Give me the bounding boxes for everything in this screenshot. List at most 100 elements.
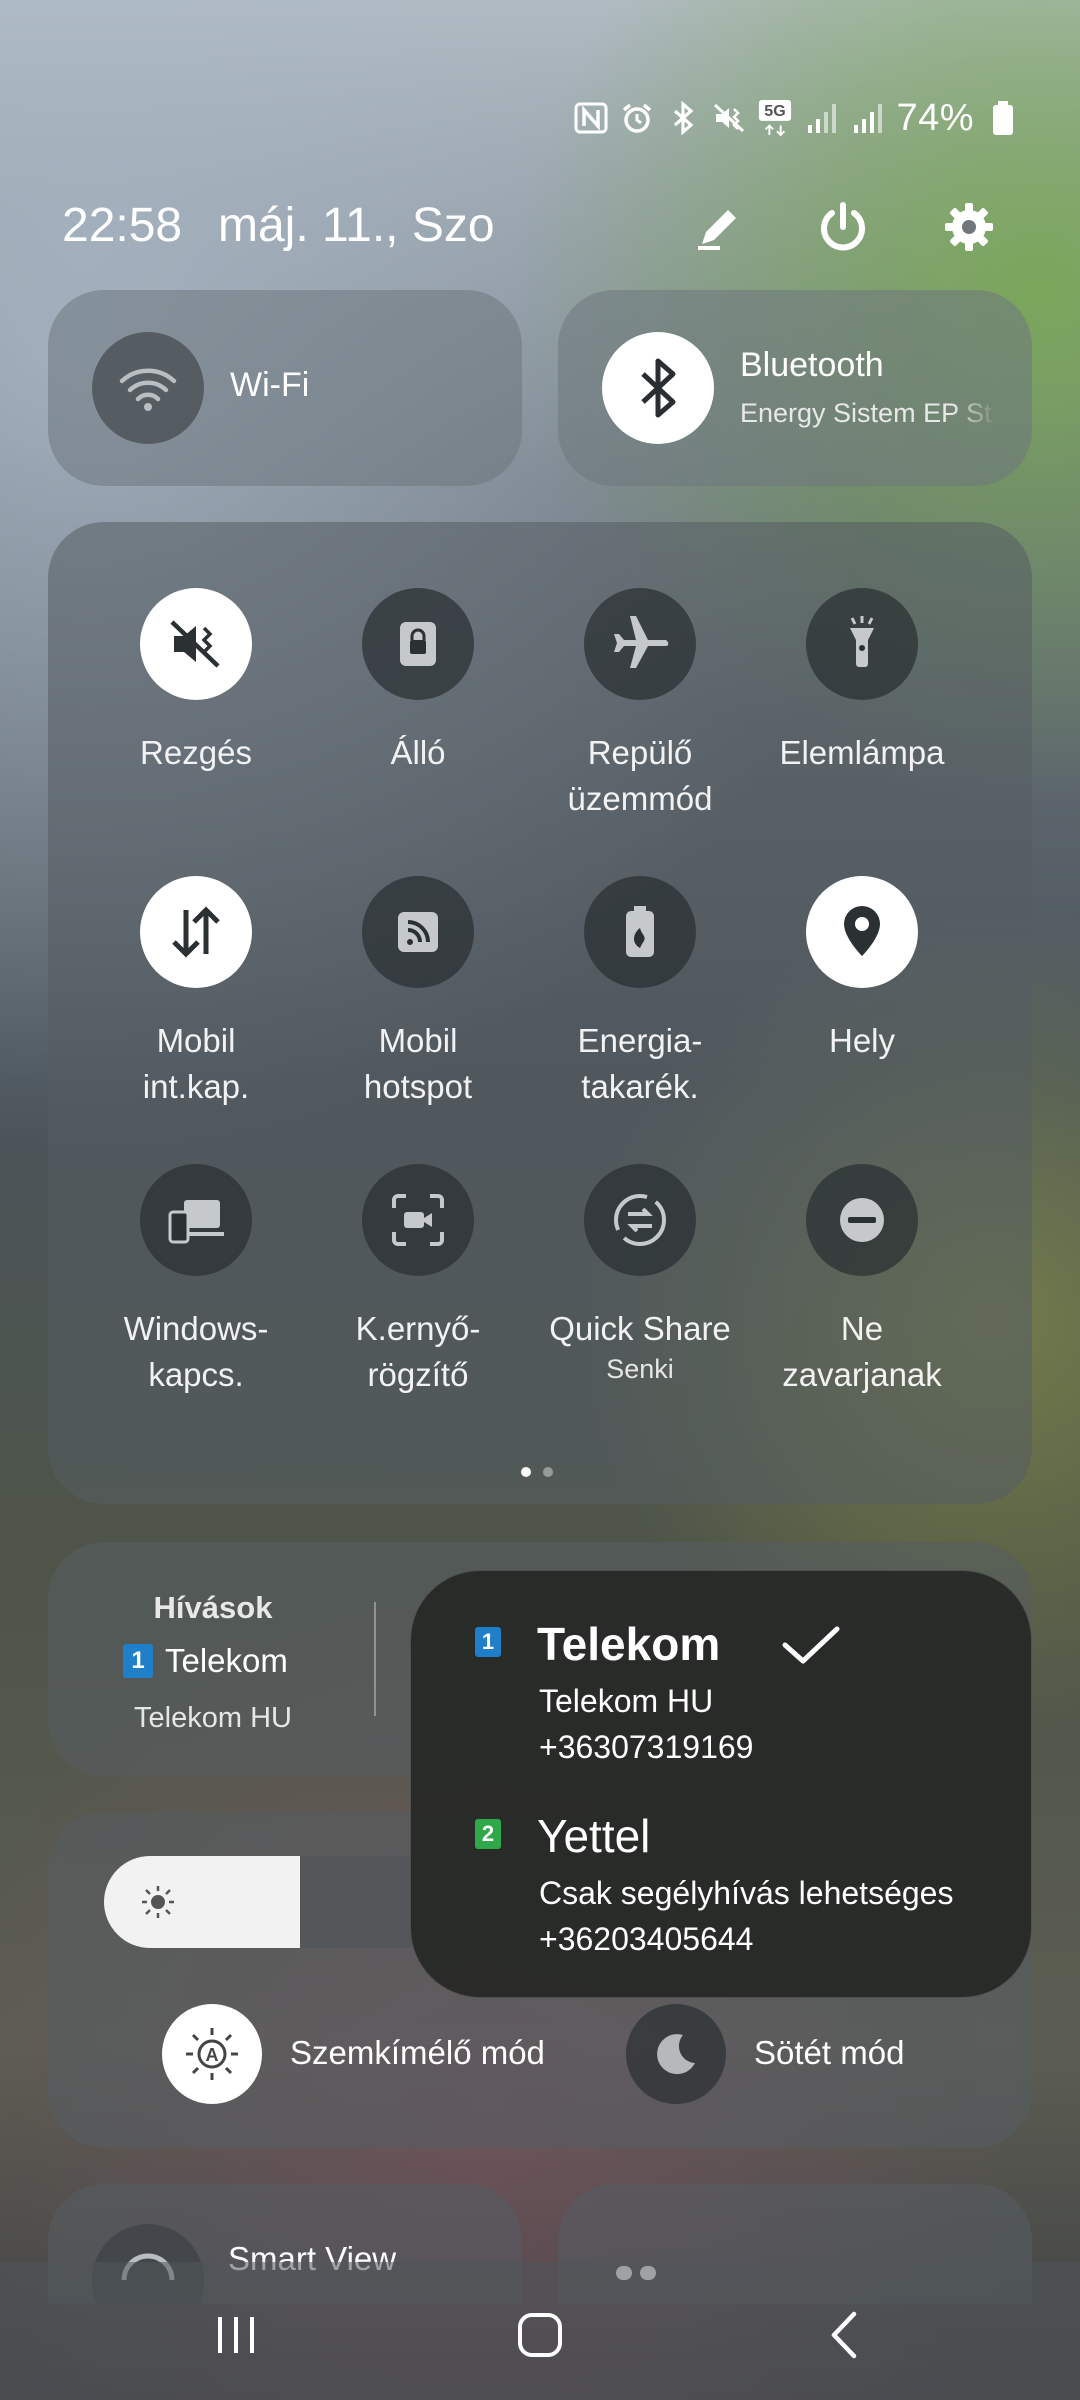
bluetooth-icon: [666, 101, 700, 135]
rotation-lock-toggle[interactable]: [362, 588, 474, 700]
tile-sublabel: Senki: [606, 1354, 674, 1384]
clock: 22:58: [62, 199, 183, 252]
quick-share-icon: [608, 1188, 672, 1252]
status-bar: 5G 74%: [574, 96, 1020, 140]
wifi-toggle[interactable]: [92, 332, 204, 444]
tile-location[interactable]: Hely: [749, 876, 975, 1064]
calls-title: Hívások: [153, 1590, 273, 1625]
hotspot-toggle[interactable]: [362, 876, 474, 988]
back-button[interactable]: [804, 2300, 884, 2370]
power-saving-toggle[interactable]: [584, 876, 696, 988]
tile-label-line-2: zavarjanak: [782, 1356, 942, 1393]
eye-comfort-toggle[interactable]: A: [162, 2004, 262, 2104]
tile-airplane[interactable]: Repülő üzemmód: [527, 588, 753, 822]
mobile-data-toggle[interactable]: [140, 876, 252, 988]
tile-mobile-data[interactable]: Mobil int.kap.: [83, 876, 309, 1110]
tile-rotation-lock[interactable]: Álló: [305, 588, 531, 776]
svg-text:5G: 5G: [765, 102, 786, 120]
mobile-data-icon: [164, 900, 228, 964]
sim1-badge: 1: [475, 1627, 501, 1657]
screen-recorder-toggle[interactable]: [362, 1164, 474, 1276]
sim2-badge: 2: [475, 1819, 501, 1849]
power-button[interactable]: [812, 196, 874, 258]
sim1-network: Telekom HU: [539, 1683, 714, 1719]
settings-button[interactable]: [938, 196, 1000, 258]
tile-label: Quick Share: [527, 1306, 753, 1352]
nfc-icon: [574, 101, 608, 135]
5g-icon: 5G: [758, 100, 792, 137]
edit-button[interactable]: [688, 196, 750, 258]
tile-label: Álló: [305, 730, 531, 776]
tile-link-to-windows[interactable]: Windows-kapcs.: [83, 1164, 309, 1398]
moon-icon: [657, 2034, 695, 2075]
airplane-icon: [608, 612, 672, 676]
bluetooth-icon: [641, 358, 676, 418]
sim1-name: Telekom: [537, 1618, 721, 1670]
sim1-badge: 1: [123, 1644, 153, 1678]
recents-icon: [218, 2317, 254, 2353]
sim2-name: Yettel: [537, 1810, 651, 1862]
flashlight-icon: [832, 614, 892, 674]
do-not-disturb-toggle[interactable]: [806, 1164, 918, 1276]
link-to-windows-toggle[interactable]: [140, 1164, 252, 1276]
vibrate-toggle[interactable]: [140, 588, 252, 700]
tile-label-line-2: üzemmód: [567, 780, 713, 817]
tile-label: Hely: [749, 1018, 975, 1064]
edit-icon: [698, 210, 736, 250]
do-not-disturb-icon: [832, 1190, 892, 1250]
rotation-lock-icon: [388, 614, 448, 674]
sim-selection-popup: 1 Telekom Telekom HU +36307319169 2 Yett…: [410, 1570, 1032, 1998]
tile-label: Energia-takarék.: [527, 1018, 753, 1110]
tile-hotspot[interactable]: Mobil hotspot: [305, 876, 531, 1110]
battery-icon: [986, 101, 1020, 135]
tile-label-line-1: Mobil: [156, 1022, 236, 1059]
tile-label-line-2: kapcs.: [148, 1356, 244, 1393]
tile-label: Mobil hotspot: [305, 1018, 531, 1110]
checkmark-icon: [782, 1626, 840, 1664]
sim2-status: Csak segélyhívás lehetséges: [539, 1875, 954, 1911]
eye-comfort-label: Szemkímélő mód: [290, 2034, 545, 2071]
home-button[interactable]: [500, 2300, 580, 2370]
tile-label-line-1: Hely: [828, 1022, 896, 1059]
bluetooth-tile[interactable]: Bluetooth Energy Sistem EP St: [558, 290, 1032, 486]
tile-vibrate[interactable]: Rezgés: [83, 588, 309, 776]
sim-option-2[interactable]: 2 Yettel Csak segélyhívás lehetséges +36…: [475, 1810, 1035, 1985]
screen-recorder-icon: [386, 1188, 450, 1252]
recents-button[interactable]: [196, 2300, 276, 2370]
location-toggle[interactable]: [806, 876, 918, 988]
sim-option-1[interactable]: 1 Telekom Telekom HU +36307319169: [475, 1618, 1035, 1803]
settings-icon: [945, 203, 993, 251]
tile-label: Rezgés: [83, 730, 309, 776]
calls-carrier: Telekom: [165, 1642, 288, 1679]
flashlight-toggle[interactable]: [806, 588, 918, 700]
tile-power-saving[interactable]: Energia-takarék.: [527, 876, 753, 1110]
tile-quick-share[interactable]: Quick Share Senki: [527, 1164, 753, 1385]
airplane-toggle[interactable]: [584, 588, 696, 700]
vibrate-icon: [166, 614, 226, 674]
tile-label-line-1: Repülő: [587, 734, 693, 771]
wifi-tile[interactable]: Wi-Fi: [48, 290, 522, 486]
page-dot-1: [521, 1467, 531, 1477]
tile-label-line-2: int.kap.: [142, 1068, 250, 1105]
tile-label-line-1: Energia-: [577, 1022, 703, 1059]
bluetooth-toggle[interactable]: [602, 332, 714, 444]
calls-sim[interactable]: 1 Telekom: [123, 1642, 333, 1680]
dark-mode-toggle[interactable]: [626, 2004, 726, 2104]
quick-share-toggle[interactable]: [584, 1164, 696, 1276]
link-to-windows-icon: [166, 1190, 226, 1250]
tile-do-not-disturb[interactable]: Ne zavarjanak: [749, 1164, 975, 1398]
tile-label-line-1: Quick Share: [549, 1310, 731, 1347]
tile-label: Ne zavarjanak: [749, 1306, 975, 1398]
divider: [374, 1602, 376, 1716]
battery-percent: 74%: [896, 96, 974, 139]
back-icon: [831, 2311, 857, 2359]
brightness-icon: [142, 1886, 174, 1918]
tile-flashlight[interactable]: Elemlámpa: [749, 588, 975, 776]
sim1-number: +36307319169: [539, 1729, 754, 1765]
tile-label-line-1: Ne: [840, 1310, 884, 1347]
tile-label: Mobil int.kap.: [83, 1018, 309, 1110]
tile-label-line-2: takarék.: [581, 1068, 699, 1105]
brightness-fill: [104, 1856, 300, 1948]
power-saving-icon: [610, 902, 670, 962]
tile-screen-recorder[interactable]: K.ernyő-rögzítő: [305, 1164, 531, 1398]
